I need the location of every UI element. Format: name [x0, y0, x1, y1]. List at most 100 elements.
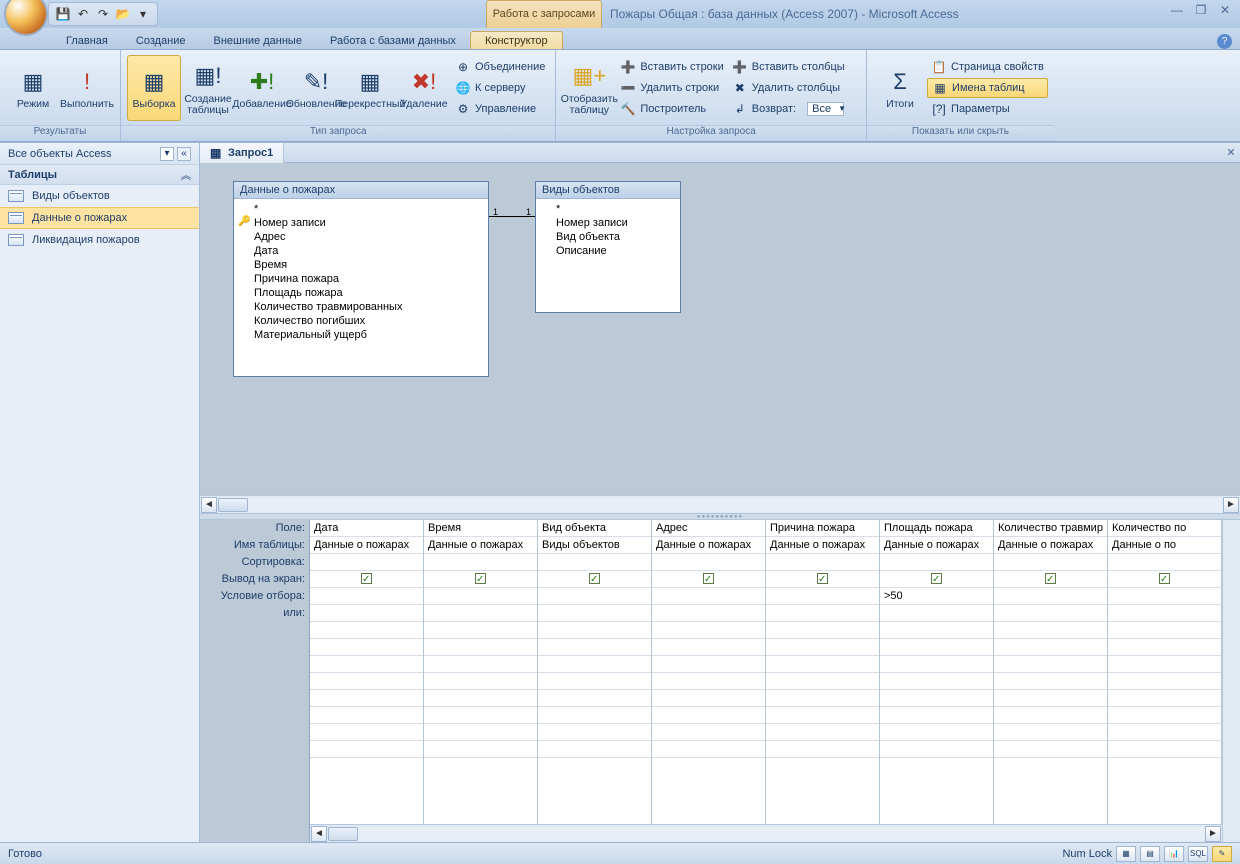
- cell-criteria[interactable]: [652, 588, 765, 605]
- cell-criteria[interactable]: [994, 588, 1107, 605]
- empty-cell[interactable]: [652, 741, 765, 758]
- field[interactable]: Материальный ущерб: [240, 328, 482, 342]
- cell-field[interactable]: Причина пожара: [766, 520, 879, 537]
- close-icon[interactable]: ✕: [1216, 3, 1234, 21]
- table-box-objects[interactable]: Виды объектов * Номер записи Вид объекта…: [535, 181, 681, 313]
- empty-cell[interactable]: [1108, 690, 1221, 707]
- cell-sort[interactable]: [994, 554, 1107, 571]
- cell-sort[interactable]: [424, 554, 537, 571]
- empty-cell[interactable]: [994, 622, 1107, 639]
- empty-cell[interactable]: [880, 707, 993, 724]
- empty-cell[interactable]: [538, 673, 651, 690]
- empty-cell[interactable]: [1108, 656, 1221, 673]
- empty-cell[interactable]: [652, 656, 765, 673]
- empty-cell[interactable]: [766, 673, 879, 690]
- grid-column[interactable]: ВремяДанные о пожарах: [424, 520, 538, 622]
- empty-cell[interactable]: [424, 741, 537, 758]
- cell-criteria[interactable]: [538, 588, 651, 605]
- cell-or[interactable]: [652, 605, 765, 622]
- scroll-right-button[interactable]: ►: [1205, 826, 1221, 842]
- empty-cell[interactable]: [1108, 622, 1221, 639]
- table-box-fires[interactable]: Данные о пожарах * Номер записи Адрес Да…: [233, 181, 489, 377]
- empty-cell[interactable]: [1108, 707, 1221, 724]
- append-button[interactable]: ✚!Добавление: [235, 55, 289, 121]
- field[interactable]: Количество травмированных: [240, 300, 482, 314]
- cell-field[interactable]: Вид объекта: [538, 520, 651, 537]
- tab-database-tools[interactable]: Работа с базами данных: [316, 32, 470, 49]
- empty-cell[interactable]: [424, 724, 537, 741]
- field[interactable]: Площадь пожара: [240, 286, 482, 300]
- grid-column[interactable]: Площадь пожараДанные о пожарах>50: [880, 520, 994, 622]
- nav-header[interactable]: Все объекты Access ▾ «: [0, 143, 199, 165]
- delete-rows-button[interactable]: ➖Удалить строки: [616, 78, 727, 98]
- checkbox-checked-icon[interactable]: [1045, 573, 1056, 584]
- parameters-button[interactable]: [?]Параметры: [927, 99, 1048, 119]
- empty-cell[interactable]: [424, 707, 537, 724]
- empty-cell[interactable]: [652, 707, 765, 724]
- grid-column-empty[interactable]: [424, 622, 538, 824]
- empty-cell[interactable]: [424, 690, 537, 707]
- datasheet-view-button[interactable]: ▦: [1116, 846, 1136, 862]
- checkbox-checked-icon[interactable]: [361, 573, 372, 584]
- save-icon[interactable]: 💾: [55, 6, 71, 22]
- chart-view-button[interactable]: 📊: [1164, 846, 1184, 862]
- field[interactable]: Вид объекта: [542, 230, 674, 244]
- delete-query-button[interactable]: ✖!Удаление: [397, 55, 451, 121]
- empty-cell[interactable]: [766, 690, 879, 707]
- empty-cell[interactable]: [994, 656, 1107, 673]
- grid-column-empty[interactable]: [310, 622, 424, 824]
- cell-table[interactable]: Данные о пожарах: [310, 537, 423, 554]
- cell-field[interactable]: Площадь пожара: [880, 520, 993, 537]
- empty-cell[interactable]: [880, 690, 993, 707]
- redo-icon[interactable]: ↷: [95, 6, 111, 22]
- cell-criteria[interactable]: [766, 588, 879, 605]
- empty-cell[interactable]: [652, 690, 765, 707]
- cell-or[interactable]: [766, 605, 879, 622]
- help-icon[interactable]: ?: [1217, 34, 1232, 49]
- tab-home[interactable]: Главная: [52, 32, 122, 49]
- view-button[interactable]: ▦Режим: [6, 55, 60, 121]
- field[interactable]: Номер записи: [542, 216, 674, 230]
- cell-field[interactable]: Дата: [310, 520, 423, 537]
- empty-cell[interactable]: [994, 639, 1107, 656]
- cell-field[interactable]: Количество по: [1108, 520, 1221, 537]
- show-table-button[interactable]: ▦+Отобразить таблицу: [562, 55, 616, 121]
- empty-cell[interactable]: [310, 622, 423, 639]
- cell-or[interactable]: [994, 605, 1107, 622]
- empty-cell[interactable]: [310, 724, 423, 741]
- scroll-track[interactable]: [248, 498, 1222, 512]
- empty-cell[interactable]: [652, 724, 765, 741]
- select-query-button[interactable]: ▦Выборка: [127, 55, 181, 121]
- empty-cell[interactable]: [994, 741, 1107, 758]
- empty-cell[interactable]: [766, 707, 879, 724]
- empty-cell[interactable]: [1108, 724, 1221, 741]
- tab-designer[interactable]: Конструктор: [470, 31, 563, 49]
- empty-cell[interactable]: [424, 639, 537, 656]
- field-key[interactable]: Номер записи: [240, 216, 482, 230]
- empty-cell[interactable]: [310, 656, 423, 673]
- tab-create[interactable]: Создание: [122, 32, 200, 49]
- grid-column-empty[interactable]: [1108, 622, 1222, 824]
- field[interactable]: Описание: [542, 244, 674, 258]
- empty-cell[interactable]: [310, 639, 423, 656]
- design-view-button[interactable]: ✎: [1212, 846, 1232, 862]
- empty-cell[interactable]: [1108, 673, 1221, 690]
- grid-column-empty[interactable]: [652, 622, 766, 824]
- delete-cols-button[interactable]: ✖Удалить столбцы: [728, 78, 860, 98]
- data-definition-button[interactable]: ⚙Управление: [451, 99, 549, 119]
- open-icon[interactable]: 📂: [115, 6, 131, 22]
- empty-cell[interactable]: [310, 690, 423, 707]
- totals-button[interactable]: ΣИтоги: [873, 55, 927, 121]
- tab-external-data[interactable]: Внешние данные: [200, 32, 316, 49]
- empty-cell[interactable]: [538, 707, 651, 724]
- undo-icon[interactable]: ↶: [75, 6, 91, 22]
- maximize-icon[interactable]: ❐: [1192, 3, 1210, 21]
- grid-column-empty[interactable]: [766, 622, 880, 824]
- make-table-button[interactable]: ▦!Создание таблицы: [181, 55, 235, 121]
- empty-cell[interactable]: [880, 741, 993, 758]
- grid-column[interactable]: Причина пожараДанные о пожарах: [766, 520, 880, 622]
- cell-field[interactable]: Количество травмир: [994, 520, 1107, 537]
- cell-criteria[interactable]: [1108, 588, 1221, 605]
- empty-cell[interactable]: [880, 724, 993, 741]
- empty-cell[interactable]: [538, 656, 651, 673]
